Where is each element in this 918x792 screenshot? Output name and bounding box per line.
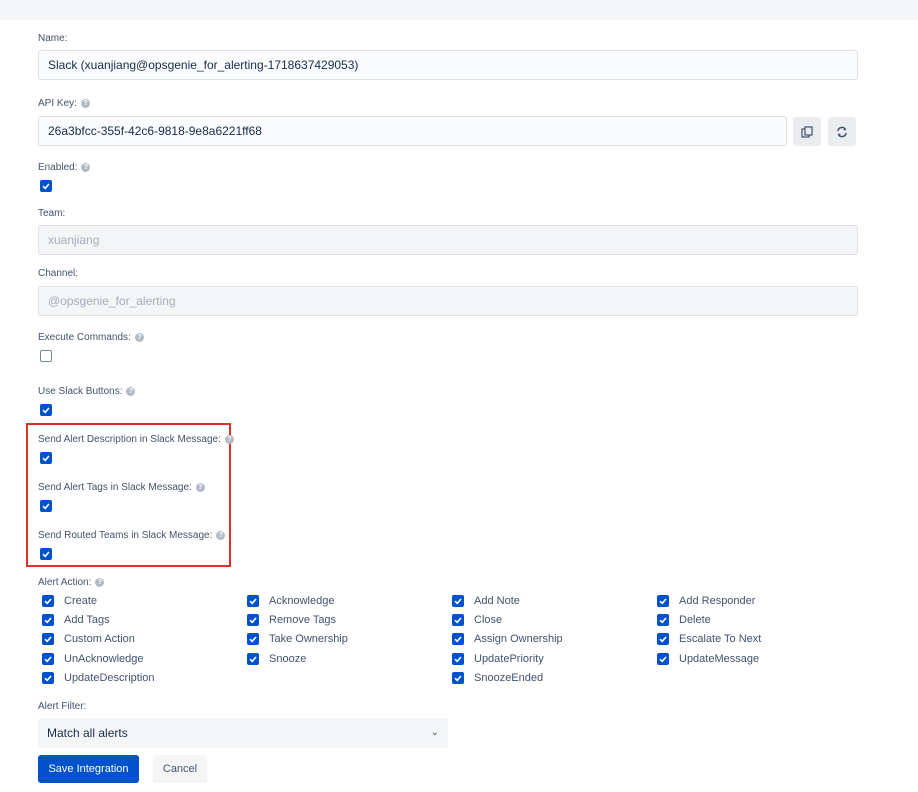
checkbox[interactable] — [42, 614, 54, 626]
checkbox[interactable] — [247, 653, 259, 665]
check-icon — [44, 617, 52, 624]
checkbox[interactable] — [42, 653, 54, 665]
alert-filter-value: Match all alerts — [47, 726, 128, 740]
checkbox[interactable] — [657, 653, 669, 665]
alert-action-close[interactable]: Close — [452, 614, 502, 626]
send-alert-description-label: Send Alert Description in Slack Message:… — [38, 434, 234, 445]
chevron-down-icon: ⌄ — [430, 727, 439, 738]
check-icon — [249, 617, 257, 624]
api-key-input[interactable]: 26a3bfcc-355f-42c6-9818-9e8a6221ff68 — [38, 116, 787, 146]
check-icon — [659, 656, 667, 663]
check-icon — [659, 636, 667, 643]
check-icon — [454, 656, 462, 663]
checkbox[interactable] — [452, 672, 464, 684]
alert-action-add-tags[interactable]: Add Tags — [42, 614, 110, 626]
alert-action-escalate-to-next[interactable]: Escalate To Next — [657, 633, 761, 645]
use-slack-buttons-label: Use Slack Buttons:? — [38, 386, 136, 397]
checkbox[interactable] — [452, 633, 464, 645]
check-icon — [454, 636, 462, 643]
help-icon[interactable]: ? — [126, 387, 136, 396]
check-icon — [454, 675, 462, 682]
alert-filter-select[interactable]: Match all alerts ⌄ — [38, 718, 448, 748]
name-input[interactable]: Slack (xuanjiang@opsgenie_for_alerting-1… — [38, 50, 858, 80]
check-icon — [42, 551, 50, 558]
help-icon[interactable]: ? — [134, 333, 144, 342]
top-bar — [0, 0, 918, 20]
alert-action-snooze-ended[interactable]: SnoozeEnded — [452, 672, 543, 684]
check-icon — [249, 636, 257, 643]
alert-action-acknowledge[interactable]: Acknowledge — [247, 595, 334, 607]
channel-label: Channel: — [38, 268, 79, 279]
help-icon[interactable]: ? — [216, 531, 226, 540]
team-input: xuanjiang — [38, 225, 858, 255]
check-icon — [659, 598, 667, 605]
send-alert-tags-label: Send Alert Tags in Slack Message:? — [38, 482, 205, 493]
checkbox[interactable] — [247, 595, 259, 607]
check-icon — [42, 407, 50, 414]
send-routed-teams-checkbox[interactable] — [40, 548, 52, 560]
alert-action-label: Alert Action:? — [38, 577, 105, 588]
checkbox[interactable] — [657, 633, 669, 645]
checkbox[interactable] — [42, 633, 54, 645]
alert-action-update-description[interactable]: UpdateDescription — [42, 672, 155, 684]
checkbox[interactable] — [657, 614, 669, 626]
alert-action-custom-action[interactable]: Custom Action — [42, 633, 135, 645]
checkbox[interactable] — [452, 653, 464, 665]
alert-action-assign-ownership[interactable]: Assign Ownership — [452, 633, 563, 645]
check-icon — [454, 617, 462, 624]
send-alert-tags-checkbox[interactable] — [40, 500, 52, 512]
alert-action-update-message[interactable]: UpdateMessage — [657, 653, 759, 665]
check-icon — [249, 598, 257, 605]
api-key-label: API Key:? — [38, 98, 90, 109]
check-icon — [42, 455, 50, 462]
checkbox[interactable] — [452, 614, 464, 626]
checkbox[interactable] — [247, 633, 259, 645]
check-icon — [249, 656, 257, 663]
channel-input: @opsgenie_for_alerting — [38, 286, 858, 316]
check-icon — [44, 656, 52, 663]
execute-commands-label: Execute Commands:? — [38, 332, 144, 343]
help-icon[interactable]: ? — [195, 483, 205, 492]
send-routed-teams-label: Send Routed Teams in Slack Message:? — [38, 530, 226, 541]
check-icon — [44, 598, 52, 605]
alert-action-add-note[interactable]: Add Note — [452, 595, 520, 607]
team-label: Team: — [38, 208, 66, 219]
checkbox[interactable] — [657, 595, 669, 607]
alert-action-snooze[interactable]: Snooze — [247, 653, 306, 665]
check-icon — [44, 636, 52, 643]
execute-commands-checkbox[interactable] — [40, 350, 52, 362]
check-icon — [42, 183, 50, 190]
refresh-button[interactable] — [828, 117, 856, 146]
checkbox[interactable] — [42, 595, 54, 607]
copy-icon — [801, 125, 813, 138]
alert-action-remove-tags[interactable]: Remove Tags — [247, 614, 336, 626]
check-icon — [454, 598, 462, 605]
alert-action-unacknowledge[interactable]: UnAcknowledge — [42, 653, 144, 665]
send-alert-description-checkbox[interactable] — [40, 452, 52, 464]
alert-filter-label: Alert Filter: — [38, 701, 87, 712]
enabled-label: Enabled:? — [38, 162, 91, 173]
check-icon — [659, 617, 667, 624]
alert-action-update-priority[interactable]: UpdatePriority — [452, 653, 544, 665]
checkbox[interactable] — [452, 595, 464, 607]
save-integration-button[interactable]: Save Integration — [38, 755, 139, 783]
help-icon[interactable]: ? — [95, 578, 105, 587]
alert-action-delete[interactable]: Delete — [657, 614, 711, 626]
checkbox[interactable] — [42, 672, 54, 684]
copy-button[interactable] — [793, 117, 821, 146]
use-slack-buttons-checkbox[interactable] — [40, 404, 52, 416]
check-icon — [44, 675, 52, 682]
alert-action-create[interactable]: Create — [42, 595, 97, 607]
alert-action-add-responder[interactable]: Add Responder — [657, 595, 755, 607]
help-icon[interactable]: ? — [81, 163, 91, 172]
enabled-checkbox[interactable] — [40, 180, 52, 192]
cancel-button[interactable]: Cancel — [153, 755, 207, 783]
name-label: Name: — [38, 33, 68, 44]
check-icon — [42, 503, 50, 510]
checkbox[interactable] — [247, 614, 259, 626]
help-icon[interactable]: ? — [224, 435, 234, 444]
help-icon[interactable]: ? — [80, 99, 90, 108]
alert-action-take-ownership[interactable]: Take Ownership — [247, 633, 348, 645]
refresh-icon — [837, 126, 847, 137]
